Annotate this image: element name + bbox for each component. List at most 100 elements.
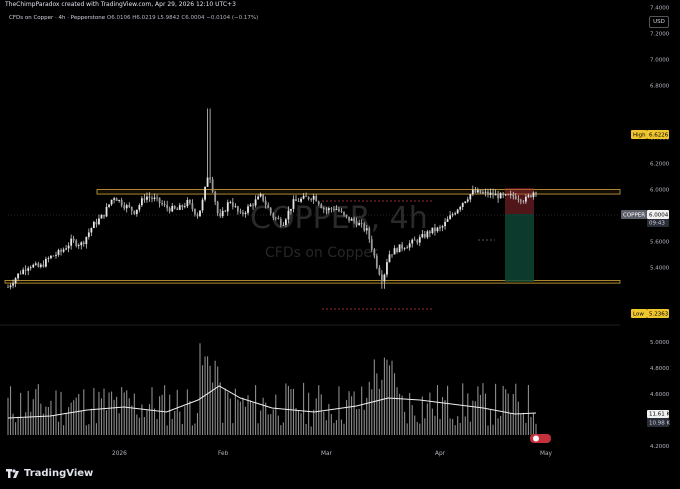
candle-body: [82, 242, 85, 245]
candle-body: [24, 269, 27, 271]
candle-body: [113, 198, 116, 200]
candle-body: [532, 192, 535, 197]
candle-body: [527, 195, 530, 197]
candle-body: [130, 206, 133, 211]
candle-body: [279, 219, 282, 226]
candle-body: [236, 206, 239, 212]
candle-body: [166, 204, 169, 209]
candle-body: [57, 250, 60, 255]
candle-body: [37, 263, 40, 267]
candle-body: [509, 194, 512, 196]
candle-body: [226, 202, 229, 212]
short-target-area[interactable]: [505, 214, 534, 282]
candle-body: [87, 232, 90, 237]
candle-body: [388, 254, 391, 263]
candle-body: [181, 205, 184, 208]
candle-body: [229, 202, 232, 203]
volume-ma-badge: 10.98 K: [649, 421, 670, 427]
high-value-badge: 6.6226: [649, 133, 669, 139]
price-tick-label: 5.6000: [650, 240, 670, 246]
candle-body: [375, 255, 378, 268]
time-axis-label: Apr: [435, 451, 446, 457]
candle-body: [29, 267, 32, 269]
candle-body: [363, 223, 366, 231]
candle-body: [55, 254, 57, 256]
candle-body: [421, 234, 424, 238]
time-axis-label: May: [540, 451, 553, 457]
candle-body: [247, 206, 249, 213]
candle-body: [118, 199, 121, 201]
candle-body: [105, 206, 108, 217]
candle-body: [393, 248, 396, 255]
candle-body: [204, 186, 206, 200]
candle-body: [65, 248, 68, 250]
candle-body: [403, 248, 406, 250]
candle-body: [267, 204, 270, 208]
candle-body: [77, 245, 80, 246]
candle-body: [350, 218, 353, 221]
candle-body: [284, 219, 287, 225]
short-stop-area[interactable]: [505, 188, 534, 214]
candle-body: [183, 206, 186, 208]
candle-body: [153, 197, 156, 200]
candle-body: [219, 213, 222, 217]
candle-body: [512, 194, 515, 197]
candle-body: [332, 208, 335, 210]
candle-body: [72, 238, 75, 241]
candle-body: [176, 208, 179, 210]
candle-body: [70, 238, 73, 246]
candle-body: [530, 195, 532, 197]
candle-body: [292, 199, 295, 209]
candle-body: [474, 189, 477, 193]
candle-body: [196, 214, 199, 217]
candle-body: [434, 227, 436, 232]
candle-body: [401, 244, 404, 249]
time-axis-label: Feb: [218, 451, 229, 457]
candle-body: [171, 205, 174, 212]
candle-body: [406, 247, 409, 249]
candle-body: [60, 250, 62, 252]
candle-body: [484, 191, 487, 193]
candle-body: [92, 221, 95, 229]
candle-body: [368, 228, 371, 240]
resistance-zone[interactable]: [96, 189, 621, 195]
candle-body: [254, 199, 257, 206]
candle-body: [441, 226, 444, 228]
price-tick-label: 4.6000: [650, 392, 670, 398]
candle-body: [272, 213, 275, 218]
price-chart[interactable]: COPPER, 4h CFDs on Copper 7.4000 7.2000 7.00…: [0, 0, 680, 489]
candle-body: [471, 189, 474, 195]
candle-body: [224, 210, 227, 212]
volume-ma-line: [7, 385, 537, 419]
low-value-badge: 5.2363: [649, 312, 669, 318]
candle-body: [348, 216, 350, 221]
price-tick-label: 7.2000: [650, 32, 670, 38]
candle-body: [466, 199, 469, 202]
candle-body: [325, 209, 328, 211]
price-tick-label: 7.4000: [650, 6, 670, 12]
candle-body: [464, 201, 467, 203]
candle-body: [386, 262, 388, 275]
candle-body: [161, 203, 164, 205]
candle-body: [50, 255, 52, 259]
candle-body: [110, 199, 113, 205]
price-tick-label: 5.4000: [650, 266, 670, 272]
candle-body: [100, 214, 103, 219]
candle-body: [426, 231, 429, 238]
candle-body: [524, 196, 527, 202]
candle-body: [133, 210, 136, 215]
candle-body: [335, 209, 338, 210]
candle-body: [446, 219, 449, 222]
candle-body: [353, 218, 356, 222]
tradingview-logo-icon: [6, 468, 19, 478]
candle-body: [151, 197, 153, 200]
candle-body: [12, 283, 14, 286]
candle-body: [156, 197, 158, 199]
candle-body: [416, 240, 419, 243]
candle-body: [439, 227, 441, 229]
time-axis-label: 2026: [112, 451, 127, 457]
candle-body: [168, 208, 171, 212]
candle-body: [451, 214, 454, 216]
candle-body: [274, 217, 277, 219]
candle-body: [249, 204, 252, 207]
